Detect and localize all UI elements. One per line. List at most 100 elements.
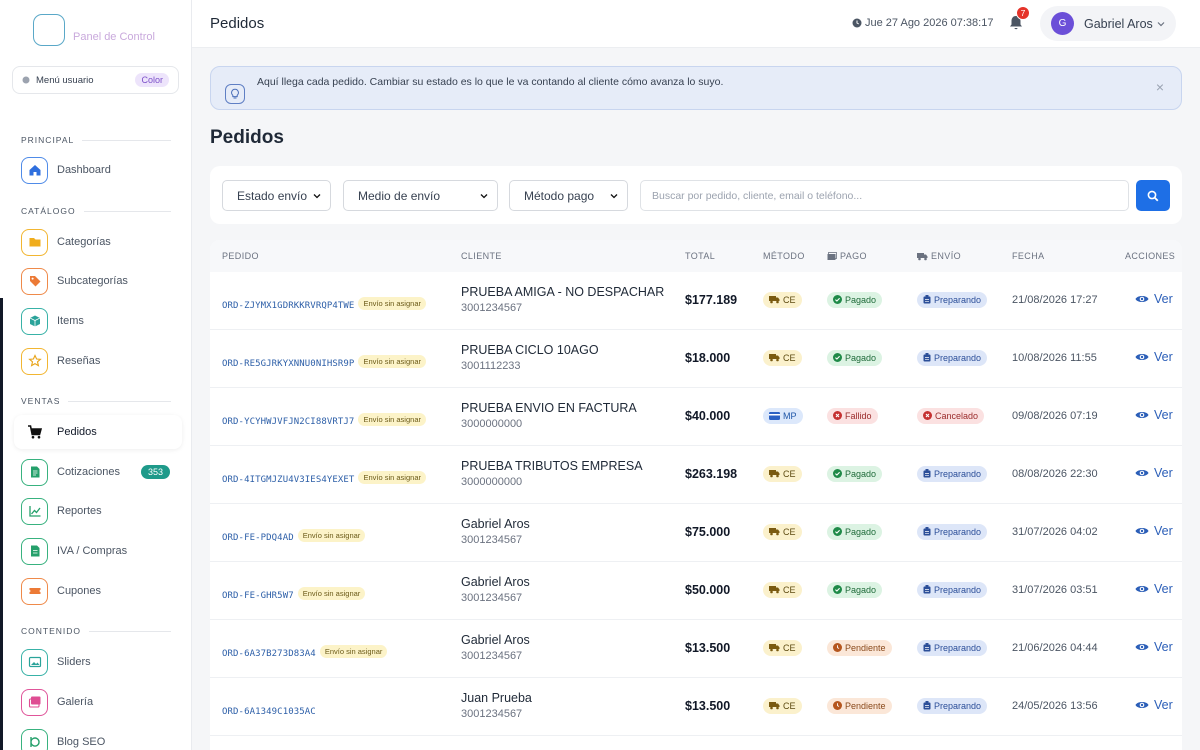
sidebar-item-cupones[interactable]: Cupones xyxy=(14,574,182,608)
check-circle-icon xyxy=(833,353,842,362)
view-order-label: Ver xyxy=(1154,698,1173,712)
order-date: 21/06/2026 04:44 xyxy=(1012,642,1098,654)
order-id-link[interactable]: ORD-6A37B273D83A4 xyxy=(222,649,316,659)
sidebar-item-items[interactable]: Items xyxy=(14,304,182,338)
order-id-link[interactable]: ORD-FE-GHR5W7 xyxy=(222,591,294,601)
sidebar-item-cotizaciones[interactable]: Cotizaciones 353 xyxy=(14,455,182,489)
view-order-button[interactable]: Ver xyxy=(1135,350,1173,364)
menu-user-button[interactable]: Menú usuario Color xyxy=(12,66,179,94)
sidebar-item-label: Sliders xyxy=(57,656,91,668)
shipping-cell: Preparando xyxy=(917,349,988,367)
sidebar-item-subcategorias[interactable]: Subcategorías xyxy=(14,264,182,298)
table-header: PEDIDO CLIENTE TOTAL MÉTODO PAGO ENVÍO F… xyxy=(210,240,1182,272)
sidebar-item-iva-compras[interactable]: IVA / Compras xyxy=(14,534,182,568)
shipping-status-label: Preparando xyxy=(934,294,982,305)
estado-envio-select[interactable]: Estado envío xyxy=(222,180,331,211)
table-row: ORD-FE-PDQ4AD Envío sin asignar Gabriel Ar… xyxy=(210,504,1182,562)
truck-icon xyxy=(769,585,780,594)
eye-icon xyxy=(1135,468,1149,478)
method-cell: CE xyxy=(763,639,802,657)
method-cell: CE xyxy=(763,697,802,715)
client-name: Gabriel Aros xyxy=(461,517,530,531)
menu-user-label: Menú usuario xyxy=(36,74,94,86)
section-principal: PRINCIPAL xyxy=(21,135,171,145)
client-phone: 3000000000 xyxy=(461,418,523,430)
client-name: PRUEBA CICLO 10AGO xyxy=(461,343,599,357)
client-phone: 3001112233 xyxy=(461,360,521,372)
payment-status-label: Fallido xyxy=(845,410,872,421)
order-id-link[interactable]: ORD-6A1349C1035AC xyxy=(222,707,316,717)
client-name: Juan Prueba xyxy=(461,691,532,705)
view-order-button[interactable]: Ver xyxy=(1135,582,1173,596)
blog-icon xyxy=(21,728,48,750)
datetime: Jue 27 Ago 2026 07:38:17 xyxy=(852,17,993,29)
chart-line-icon xyxy=(21,497,48,525)
coupon-icon xyxy=(21,577,48,605)
view-order-button[interactable]: Ver xyxy=(1135,292,1173,306)
shipping-status-badge: Preparando xyxy=(917,349,988,366)
sidebar-item-sliders[interactable]: Sliders xyxy=(14,645,182,679)
credit-card-icon xyxy=(769,412,780,420)
logo-box[interactable] xyxy=(33,14,65,46)
payment-status-label: Pagado xyxy=(845,468,877,479)
order-id-link[interactable]: ORD-4ITGMJZU4V3IES4YEXET xyxy=(222,475,354,485)
payment-status-label: Pagado xyxy=(845,352,877,363)
truck-icon xyxy=(769,353,780,362)
header-envio: ENVÍO xyxy=(917,251,961,261)
view-order-button[interactable]: Ver xyxy=(1135,524,1173,538)
table-row: ORD-6A1349C1035AC Juan Prueba 3001234567 $1… xyxy=(210,678,1182,736)
order-id-link[interactable]: ORD-ZJYMX1GDRKKRVRQP4TWE xyxy=(222,301,354,311)
payment-cell: Pagado xyxy=(827,581,883,599)
view-order-button[interactable]: Ver xyxy=(1135,408,1173,422)
header-pedido: PEDIDO xyxy=(222,251,259,261)
payment-cell: Pendiente xyxy=(827,697,892,715)
client-cell: Gabriel Aros 3001234567 xyxy=(461,517,530,546)
client-phone: 3001234567 xyxy=(461,302,523,314)
method-cell: CE xyxy=(763,581,802,599)
order-total: $13.500 xyxy=(685,641,731,655)
sidebar: Panel de Control Menú usuario Color PRIN… xyxy=(0,0,192,750)
header-pago-label: PAGO xyxy=(840,251,867,261)
sidebar-item-categorias[interactable]: Categorías xyxy=(14,225,182,259)
close-icon[interactable]: × xyxy=(1156,79,1164,95)
sidebar-item-blog-seo[interactable]: Blog SEO xyxy=(14,725,182,750)
search-button[interactable] xyxy=(1136,180,1170,211)
method-cell: MP xyxy=(763,407,803,425)
method-badge: CE xyxy=(763,639,802,656)
view-order-button[interactable]: Ver xyxy=(1135,466,1173,480)
shipping-unassigned-badge: Envío sin asignar xyxy=(358,297,426,311)
clock-icon xyxy=(833,643,842,652)
sidebar-item-dashboard[interactable]: Dashboard xyxy=(14,153,182,187)
order-id-cell: ORD-FE-PDQ4AD Envío sin asignar xyxy=(222,527,366,545)
method-label: CE xyxy=(783,584,796,595)
view-order-button[interactable]: Ver xyxy=(1135,640,1173,654)
check-circle-icon xyxy=(833,585,842,594)
sidebar-item-label: Reportes xyxy=(57,505,102,517)
header-metodo: MÉTODO xyxy=(763,251,805,261)
check-circle-icon xyxy=(833,469,842,478)
medio-envio-select[interactable]: Medio de envío xyxy=(343,180,498,211)
order-id-link[interactable]: ORD-FE-PDQ4AD xyxy=(222,533,294,543)
select-value: Estado envío xyxy=(237,188,308,203)
user-menu[interactable]: G Gabriel Aros xyxy=(1040,6,1176,41)
clipboard-icon xyxy=(923,353,931,362)
check-circle-icon xyxy=(833,527,842,536)
order-id-link[interactable]: ORD-YCYHWJVFJN2CI88VRTJ7 xyxy=(222,417,354,427)
notification-badge: 7 xyxy=(1016,6,1030,20)
metodo-pago-select[interactable]: Método pago xyxy=(509,180,628,211)
shipping-cell: Preparando xyxy=(917,523,988,541)
shipping-cell: Preparando xyxy=(917,697,988,715)
client-cell: Gabriel Aros 3001234567 xyxy=(461,633,530,662)
client-name: Gabriel Aros xyxy=(461,575,530,589)
payment-status-badge: Pagado xyxy=(827,291,883,308)
sidebar-item-reportes[interactable]: Reportes xyxy=(14,494,182,528)
x-circle-icon xyxy=(923,411,932,420)
sidebar-item-label: Subcategorías xyxy=(57,275,128,287)
table-row: ORD-4ITGMJZU4V3IES4YEXET Envío sin asigna… xyxy=(210,446,1182,504)
sidebar-item-pedidos[interactable]: Pedidos xyxy=(14,415,182,449)
sidebar-item-galeria[interactable]: Galería xyxy=(14,685,182,719)
view-order-button[interactable]: Ver xyxy=(1135,698,1173,712)
sidebar-item-resenas[interactable]: Reseñas xyxy=(14,344,182,378)
order-id-link[interactable]: ORD-RE5GJRKYXNNU0NIHSR9P xyxy=(222,359,354,369)
search-input[interactable] xyxy=(640,180,1129,211)
